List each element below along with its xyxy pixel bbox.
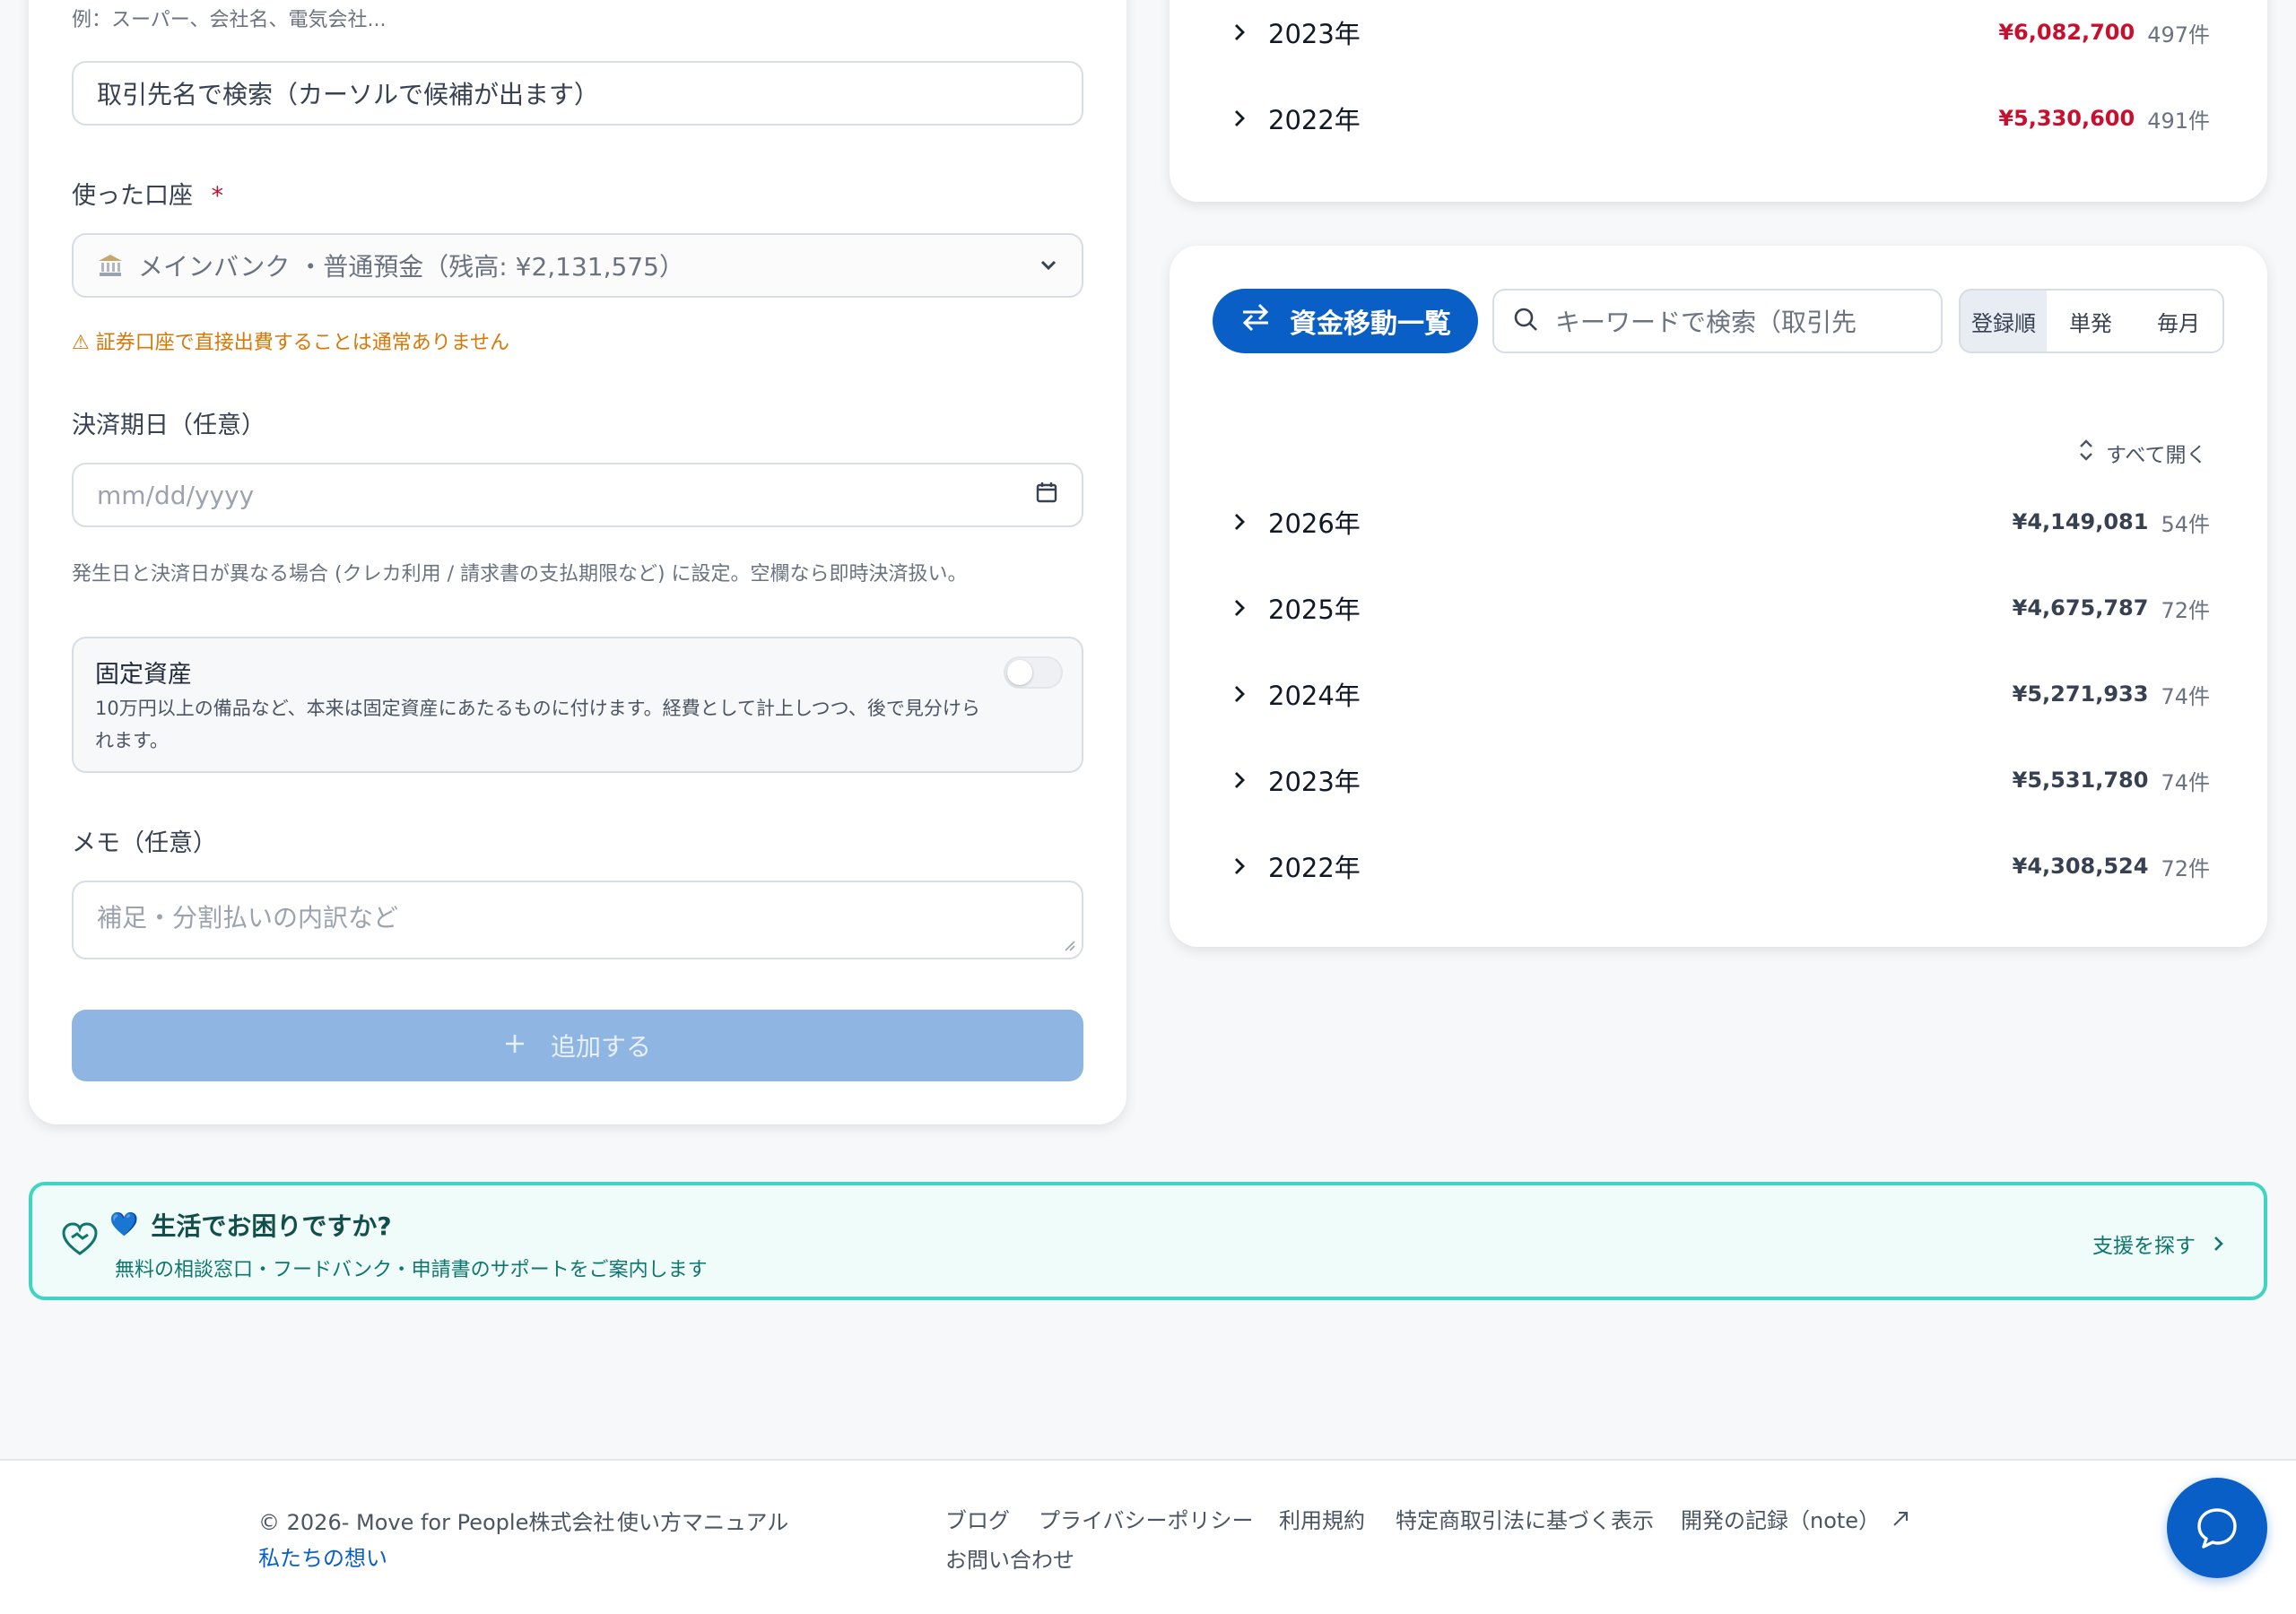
transfer-year-row[interactable]: 2024年 ¥5,271,933 74件 — [1229, 667, 2210, 721]
sort-option-monthly[interactable]: 毎月 — [2135, 289, 2224, 353]
chevron-right-icon — [2214, 1237, 2223, 1251]
transfer-list-title: 資金移動一覧 — [1290, 308, 1451, 340]
year-label: 2026年 — [1268, 508, 1361, 539]
top-year-row-2023[interactable]: 2023年 ¥6,082,700 497件 — [1229, 5, 2210, 59]
footer-manual-link[interactable]: 使い方マニュアル — [617, 1505, 788, 1536]
support-title: 生活でお困りですか? — [151, 1211, 392, 1241]
account-select[interactable]: メインバンク ・普通預金（残高: ¥2,131,575） — [72, 233, 1083, 298]
settle-date-hint: 発生日と決済日が異なる場合 (クレカ利用 / 請求書の支払期限など) に設定。空… — [72, 563, 968, 586]
chevron-right-icon — [1235, 686, 1245, 702]
chevron-right-icon — [1235, 772, 1245, 788]
year-amount: ¥5,330,600 — [1998, 106, 2135, 131]
year-amount: ¥4,149,081 — [2012, 509, 2149, 534]
memo-textarea[interactable]: 補足・分割払いの内訳など — [72, 881, 1083, 959]
settle-date-input[interactable]: mm/dd/yyyy — [72, 463, 1083, 527]
year-count: 72件 — [2161, 597, 2210, 623]
vendor-search-placeholder: 取引先名で検索（カーソルで候補が出ます） — [97, 80, 600, 109]
year-amount: ¥4,308,524 — [2012, 854, 2149, 879]
heart-handshake-icon — [61, 1221, 99, 1263]
support-subtitle: 無料の相談窓口・フードバンク・申請書のサポートをご案内します — [115, 1259, 708, 1281]
calendar-icon[interactable] — [1035, 481, 1058, 510]
external-link-icon — [1893, 1511, 1909, 1526]
account-label-text: 使った口座 — [72, 182, 193, 210]
footer-link-note[interactable]: 開発の記録（note） — [1681, 1503, 1910, 1534]
transfer-year-row[interactable]: 2025年 ¥4,675,787 72件 — [1229, 581, 2210, 635]
year-amount: ¥5,531,780 — [2012, 768, 2149, 793]
transfer-search-placeholder: キーワードで検索（取引先 — [1555, 308, 1857, 337]
required-mark: * — [211, 182, 224, 210]
year-label: 2024年 — [1268, 681, 1361, 711]
chevron-right-icon — [1235, 110, 1245, 126]
chevron-down-icon — [1039, 251, 1058, 281]
add-button-label: 追加する — [550, 1032, 651, 1062]
transfer-year-row[interactable]: 2022年 ¥4,308,524 72件 — [1229, 839, 2210, 893]
transfer-year-row[interactable]: 2023年 ¥5,531,780 74件 — [1229, 753, 2210, 807]
year-amount: ¥6,082,700 — [1998, 20, 2135, 45]
footer-link-tokushoho[interactable]: 特定商取引法に基づく表示 — [1396, 1503, 1654, 1534]
year-count: 74件 — [2161, 769, 2210, 795]
chevron-right-icon — [1235, 514, 1245, 530]
year-count: 54件 — [2161, 511, 2210, 537]
account-warning: ⚠ 証券口座で直接出費することは通常ありません — [72, 332, 510, 354]
expand-all-button[interactable]: すべて開く — [2077, 438, 2206, 468]
fixed-asset-desc: 10万円以上の備品など、本来は固定資産にあたるものに付けます。経費として計上しつ… — [95, 698, 980, 751]
year-amount: ¥5,271,933 — [2012, 681, 2149, 707]
find-support-label: 支援を探す — [2092, 1235, 2196, 1258]
transfer-list-tab[interactable]: 資金移動一覧 — [1213, 289, 1478, 353]
footer-copyright: © 2026- Move for People株式会社 — [258, 1510, 615, 1535]
add-button[interactable]: 追加する — [72, 1010, 1083, 1081]
swap-arrows-icon — [1239, 301, 1272, 341]
bank-icon — [97, 252, 124, 279]
expand-collapse-icon — [2077, 438, 2095, 467]
year-label: 2023年 — [1268, 19, 1361, 49]
fixed-asset-box: 固定資産 10万円以上の備品など、本来は固定資産にあたるものに付けます。経費とし… — [72, 637, 1083, 773]
year-label: 2022年 — [1268, 853, 1361, 883]
year-count: 74件 — [2161, 683, 2210, 709]
year-label: 2022年 — [1268, 105, 1361, 135]
chat-bubble-icon — [2197, 1508, 2237, 1549]
year-label: 2023年 — [1268, 767, 1361, 797]
footer-link-contact[interactable]: お問い合わせ — [945, 1542, 1074, 1574]
transfer-year-row[interactable]: 2026年 ¥4,149,081 54件 — [1229, 495, 2210, 549]
memo-placeholder: 補足・分割払いの内訳など — [97, 903, 399, 933]
chevron-right-icon — [1235, 24, 1245, 40]
search-icon — [1512, 306, 1539, 336]
fixed-asset-toggle[interactable] — [1004, 656, 1063, 689]
memo-label: メモ（任意） — [72, 829, 217, 857]
year-count: 497件 — [2147, 22, 2210, 48]
plus-icon — [504, 1031, 526, 1061]
support-title-row: 💙 生活でお困りですか? — [109, 1207, 392, 1243]
vendor-search-input[interactable]: 取引先名で検索（カーソルで候補が出ます） — [72, 61, 1083, 126]
toggle-knob — [1007, 660, 1032, 685]
footer-vision-link[interactable]: 私たちの想い — [258, 1540, 387, 1572]
chevron-right-icon — [1235, 858, 1245, 874]
account-value: メインバンク ・普通預金（残高: ¥2,131,575） — [138, 252, 684, 282]
chevron-right-icon — [1235, 600, 1245, 616]
account-label: 使った口座 * — [72, 176, 223, 211]
footer-link-note-label: 開発の記録（note） — [1681, 1508, 1881, 1533]
fixed-asset-title: 固定資産 — [95, 661, 192, 689]
settle-date-placeholder: mm/dd/yyyy — [97, 480, 255, 510]
sort-option-single[interactable]: 単発 — [2047, 289, 2136, 353]
footer-link-privacy[interactable]: プライバシーポリシー — [1039, 1503, 1254, 1534]
sort-option-registered[interactable]: 登録順 — [1959, 289, 2048, 353]
year-count: 491件 — [2147, 108, 2210, 134]
footer — [0, 1459, 2296, 1614]
vendor-hint: 例：スーパー、会社名、電気会社... — [72, 9, 387, 31]
year-amount: ¥4,675,787 — [2012, 595, 2149, 620]
transfer-search-input[interactable]: キーワードで検索（取引先 — [1492, 289, 1943, 353]
footer-link-blog[interactable]: ブログ — [945, 1503, 1010, 1534]
resize-handle-icon[interactable] — [1064, 940, 1076, 952]
year-label: 2025年 — [1268, 594, 1361, 625]
chat-button[interactable] — [2167, 1478, 2267, 1578]
top-year-row-2022[interactable]: 2022年 ¥5,330,600 491件 — [1229, 91, 2210, 145]
support-banner[interactable]: 💙 生活でお困りですか? 無料の相談窓口・フードバンク・申請書のサポートをご案内… — [29, 1182, 2267, 1300]
year-count: 72件 — [2161, 855, 2210, 881]
blue-heart-icon: 💙 — [109, 1211, 139, 1238]
find-support-link[interactable]: 支援を探す — [2092, 1228, 2228, 1259]
footer-link-terms[interactable]: 利用規約 — [1279, 1503, 1365, 1534]
expand-all-label: すべて開く — [2106, 444, 2207, 467]
settle-date-label: 決済期日（任意） — [72, 412, 265, 439]
